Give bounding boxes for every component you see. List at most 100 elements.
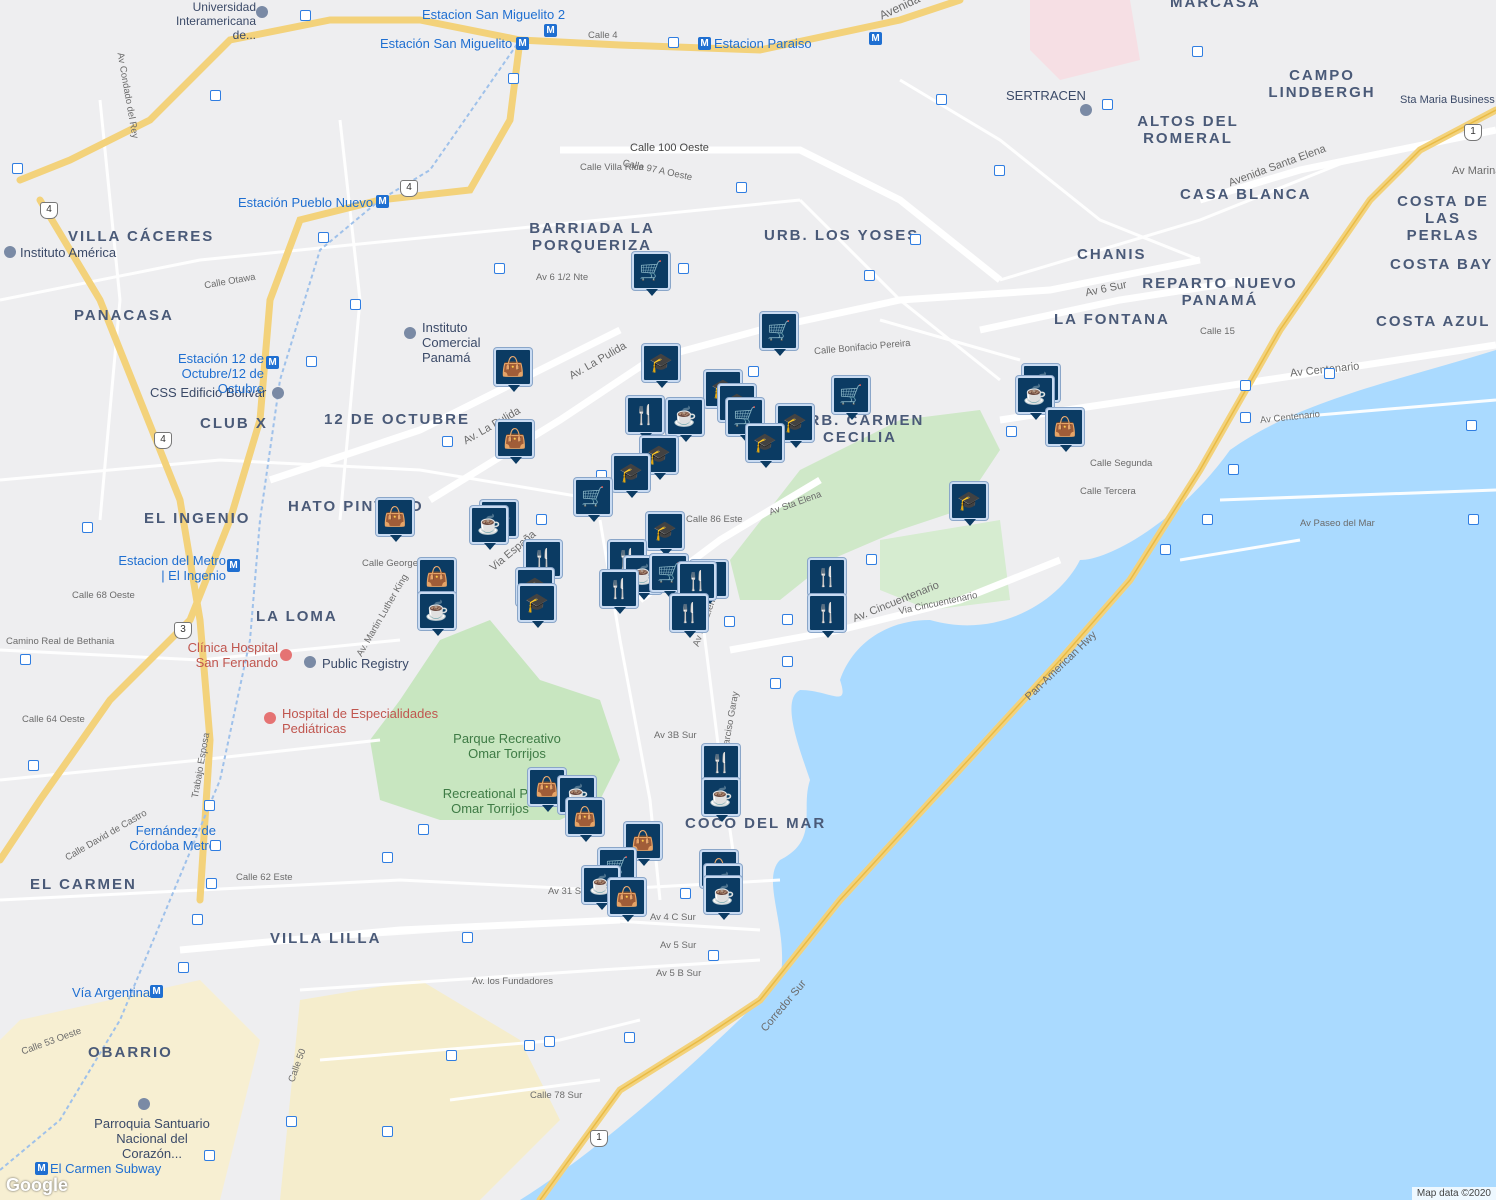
coffee-cup-icon[interactable]: ☕ (704, 876, 742, 920)
bus-stop-icon[interactable] (204, 800, 215, 811)
shopping-cart-icon[interactable]: 🛒 (760, 312, 798, 356)
government-pin-icon[interactable] (304, 656, 316, 668)
bus-stop-icon[interactable] (204, 1150, 215, 1161)
graduation-cap-icon[interactable]: 🎓 (518, 584, 556, 628)
bus-stop-icon[interactable] (178, 962, 189, 973)
fork-knife-icon[interactable]: 🍴 (808, 594, 846, 638)
bus-stop-icon[interactable] (12, 163, 23, 174)
bus-stop-icon[interactable] (994, 165, 1005, 176)
bus-stop-icon[interactable] (210, 840, 221, 851)
bus-stop-icon[interactable] (544, 1036, 555, 1047)
bus-stop-icon[interactable] (708, 950, 719, 961)
bus-stop-icon[interactable] (1240, 412, 1251, 423)
shopping-bag-icon[interactable]: 👜 (376, 498, 414, 542)
bus-stop-icon[interactable] (1466, 420, 1477, 431)
school-pin-icon[interactable] (4, 246, 16, 258)
bus-stop-icon[interactable] (1202, 514, 1213, 525)
bus-stop-icon[interactable] (678, 263, 689, 274)
bus-stop-icon[interactable] (210, 90, 221, 101)
hospital-pin-icon[interactable] (280, 649, 292, 661)
bus-stop-icon[interactable] (1468, 514, 1479, 525)
bus-stop-icon[interactable] (300, 10, 311, 21)
metro-icon[interactable]: M (376, 195, 389, 208)
graduation-cap-icon[interactable]: 🎓 (646, 512, 684, 556)
graduation-cap-icon[interactable]: 🎓 (950, 482, 988, 526)
bus-stop-icon[interactable] (936, 94, 947, 105)
bus-stop-icon[interactable] (318, 232, 329, 243)
office-pin-icon[interactable] (1080, 104, 1092, 116)
bus-stop-icon[interactable] (910, 234, 921, 245)
bus-stop-icon[interactable] (864, 270, 875, 281)
bus-stop-icon[interactable] (1102, 99, 1113, 110)
bus-stop-icon[interactable] (668, 37, 679, 48)
hospital-pin-icon[interactable] (264, 712, 276, 724)
bus-stop-icon[interactable] (866, 554, 877, 565)
metro-icon[interactable]: M (698, 37, 711, 50)
bus-stop-icon[interactable] (382, 1126, 393, 1137)
fork-knife-icon[interactable]: 🍴 (702, 744, 740, 788)
bus-stop-icon[interactable] (736, 182, 747, 193)
shopping-bag-icon[interactable]: 👜 (496, 420, 534, 464)
bus-stop-icon[interactable] (770, 678, 781, 689)
bus-stop-icon[interactable] (28, 760, 39, 771)
shopping-bag-icon[interactable]: 👜 (418, 558, 456, 602)
bus-stop-icon[interactable] (508, 73, 519, 84)
shopping-cart-icon[interactable]: 🛒 (832, 376, 870, 420)
bus-stop-icon[interactable] (1228, 464, 1239, 475)
bus-stop-icon[interactable] (494, 263, 505, 274)
bus-stop-icon[interactable] (382, 852, 393, 863)
metro-icon[interactable]: M (35, 1162, 48, 1175)
bus-stop-icon[interactable] (1240, 380, 1251, 391)
shopping-bag-icon[interactable]: 👜 (1046, 408, 1084, 452)
shopping-bag-icon[interactable]: 👜 (494, 348, 532, 392)
shopping-cart-icon[interactable]: 🛒 (632, 252, 670, 296)
shopping-cart-icon[interactable]: 🛒 (574, 478, 612, 522)
building-pin-icon[interactable] (272, 387, 284, 399)
coffee-cup-icon[interactable]: ☕ (470, 506, 508, 550)
metro-icon[interactable]: M (544, 24, 557, 37)
fork-knife-icon[interactable]: 🍴 (600, 570, 638, 614)
bus-stop-icon[interactable] (782, 656, 793, 667)
coffee-cup-icon[interactable]: ☕ (702, 778, 740, 822)
bus-stop-icon[interactable] (748, 366, 759, 377)
fork-knife-icon[interactable]: 🍴 (670, 594, 708, 638)
bus-stop-icon[interactable] (1006, 426, 1017, 437)
map-canvas[interactable]: 4 4 4 3 1 1 VILLA CÁCERES PANACASA CLUB … (0, 0, 1496, 1200)
shopping-bag-icon[interactable]: 👜 (566, 798, 604, 842)
bus-stop-icon[interactable] (1160, 544, 1171, 555)
metro-icon[interactable]: M (266, 356, 279, 369)
coffee-cup-icon[interactable]: ☕ (418, 592, 456, 636)
bus-stop-icon[interactable] (624, 1032, 635, 1043)
graduation-cap-icon[interactable]: 🎓 (746, 424, 784, 468)
bus-stop-icon[interactable] (418, 824, 429, 835)
bus-stop-icon[interactable] (1192, 46, 1203, 57)
bus-stop-icon[interactable] (536, 514, 547, 525)
bus-stop-icon[interactable] (724, 616, 735, 627)
metro-icon[interactable]: M (150, 985, 163, 998)
bus-stop-icon[interactable] (206, 878, 217, 889)
church-pin-icon[interactable] (138, 1098, 150, 1110)
bus-stop-icon[interactable] (192, 914, 203, 925)
university-pin-icon[interactable] (256, 6, 268, 18)
metro-icon[interactable]: M (227, 559, 240, 572)
fork-knife-icon[interactable]: 🍴 (626, 396, 664, 440)
map-attribution[interactable]: Map data ©2020 (1411, 1187, 1496, 1200)
bus-stop-icon[interactable] (20, 654, 31, 665)
bus-stop-icon[interactable] (1324, 368, 1335, 379)
bus-stop-icon[interactable] (442, 436, 453, 447)
bus-stop-icon[interactable] (524, 1040, 535, 1051)
bus-stop-icon[interactable] (286, 1116, 297, 1127)
bus-stop-icon[interactable] (446, 1050, 457, 1061)
bus-stop-icon[interactable] (680, 888, 691, 899)
school-pin-icon[interactable] (404, 327, 416, 339)
bus-stop-icon[interactable] (782, 614, 793, 625)
metro-icon[interactable]: M (869, 32, 882, 45)
fork-knife-icon[interactable]: 🍴 (808, 558, 846, 602)
bus-stop-icon[interactable] (82, 522, 93, 533)
shopping-bag-icon[interactable]: 👜 (608, 878, 646, 922)
bus-stop-icon[interactable] (462, 932, 473, 943)
bus-stop-icon[interactable] (350, 299, 361, 310)
graduation-cap-icon[interactable]: 🎓 (612, 454, 650, 498)
metro-icon[interactable]: M (516, 37, 529, 50)
bus-stop-icon[interactable] (306, 356, 317, 367)
